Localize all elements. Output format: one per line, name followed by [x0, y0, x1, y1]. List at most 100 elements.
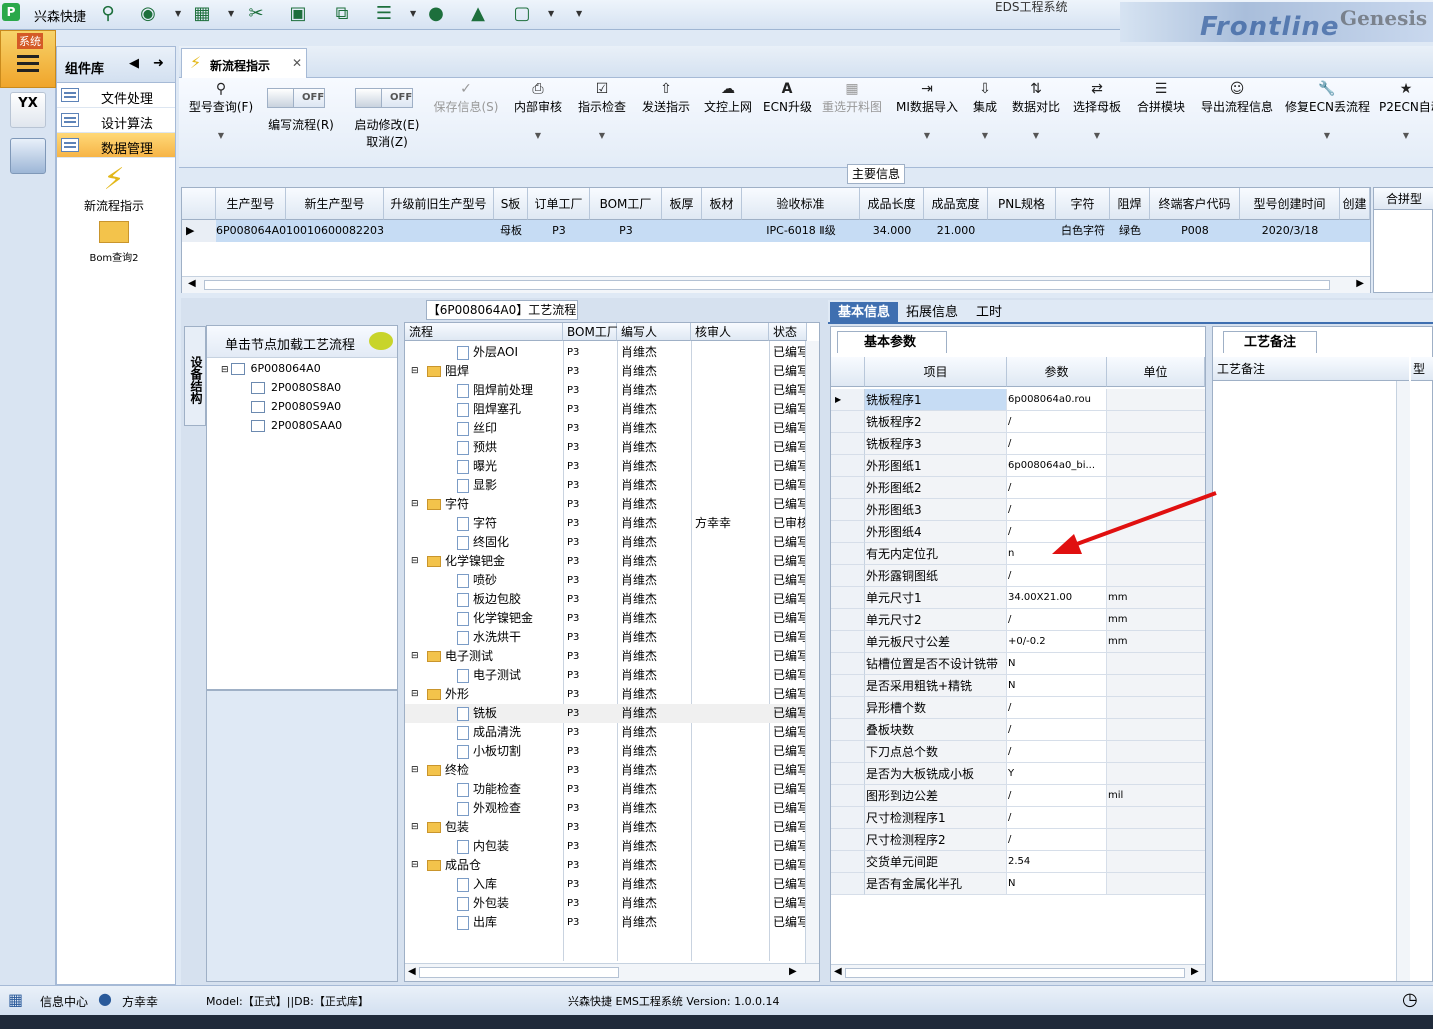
process-flow-list[interactable]: 流程 BOM工厂 编写人 核审人 状态 外层AOIP3肖维杰已编写⊟阻焊P3肖维… — [404, 322, 820, 982]
menu-item-file-processing[interactable]: 文件处理 — [57, 83, 175, 108]
param-row[interactable]: 异形槽个数 / — [831, 697, 1205, 719]
window-icon[interactable]: ▢ — [510, 3, 534, 25]
collapse-icon[interactable]: ⊟ — [411, 552, 419, 571]
column-header[interactable]: 新生产型号 — [286, 188, 384, 220]
menu-item-data-management[interactable]: 数据管理 — [57, 133, 175, 158]
grid-cell[interactable] — [384, 220, 494, 242]
grid-cell[interactable]: 2020/3/18 — [1240, 220, 1340, 242]
flow-row[interactable]: 阻焊塞孔 P3 肖维杰 已编写 — [405, 400, 805, 419]
collapse-icon[interactable]: ⊟ — [411, 818, 419, 837]
integrate-button[interactable]: ⇩ 集成 ▼ — [967, 78, 1003, 166]
param-row[interactable]: 尺寸检测程序1/ — [831, 807, 1205, 829]
more-icon[interactable]: ▼ — [576, 9, 582, 18]
column-header[interactable]: 项目 — [865, 357, 1007, 387]
data-compare-button[interactable]: ⇅ 数据对比 ▼ — [1011, 78, 1061, 166]
send-instruction-button[interactable]: ⇧ 发送指示 — [639, 78, 693, 166]
scroll-right-icon[interactable]: ▶ — [789, 966, 797, 977]
param-row[interactable]: 单元尺寸1 34.00X21.00 mm — [831, 587, 1205, 609]
dropdown-icon[interactable]: ▼ — [185, 131, 257, 140]
collapse-icon[interactable]: ⊟ — [411, 647, 419, 666]
param-row[interactable]: 交货单元间距 2.54 — [831, 851, 1205, 873]
dropdown-icon[interactable]: ▼ — [175, 9, 181, 18]
param-row[interactable]: 钻槽位置是否不设计铣带 N — [831, 653, 1205, 675]
param-row[interactable]: 叠板块数 / — [831, 719, 1205, 741]
flow-row[interactable]: 外包装 P3 肖维杰 已编写 — [405, 894, 805, 913]
param-value[interactable]: / — [1007, 829, 1107, 851]
export-icon[interactable]: ⧉ — [330, 3, 354, 25]
param-row[interactable]: 铣板程序2/ — [831, 411, 1205, 433]
param-value[interactable]: N — [1007, 653, 1107, 675]
film-icon[interactable]: ▣ — [286, 3, 310, 25]
param-value[interactable]: 34.00X21.00 — [1007, 587, 1107, 609]
column-header[interactable]: S板 — [494, 188, 528, 220]
flow-row[interactable]: 喷砂 P3 肖维杰 已编写 — [405, 571, 805, 590]
instruction-check-button[interactable]: ☑ 指示检查 ▼ — [575, 78, 629, 166]
close-icon[interactable]: ✕ — [292, 56, 302, 70]
column-header[interactable]: 成品宽度 — [924, 188, 988, 220]
flow-row[interactable]: 外层AOI P3 肖维杰 已编写 — [405, 343, 805, 362]
param-value[interactable]: 2.54 — [1007, 851, 1107, 873]
column-header[interactable]: 核审人 — [691, 323, 769, 341]
param-row[interactable]: ▶ 铣板程序1 6p008064a0.rou — [831, 389, 1205, 411]
flow-row[interactable]: 小板切割 P3 肖维杰 已编写 — [405, 742, 805, 761]
doc-control-upload-button[interactable]: ☁ 文控上网 — [701, 78, 755, 166]
reselect-cutting-chart-button[interactable]: ▦ 重选开料图 — [819, 78, 885, 166]
info-center-label[interactable]: 信息中心 — [40, 993, 88, 1010]
column-header[interactable]: 验收标准 — [742, 188, 860, 220]
param-row[interactable]: 外形图纸1 6p008064a0_bi... — [831, 455, 1205, 477]
write-flow-toggle[interactable]: OFF — [267, 88, 325, 108]
scroll-left-icon[interactable]: ◀ — [408, 966, 416, 977]
column-header[interactable]: BOM工厂 — [590, 188, 662, 220]
dropdown-icon[interactable]: ▼ — [1285, 131, 1369, 140]
main-info-grid[interactable]: 生产型号 新生产型号 升级前旧生产型号 S板 订单工厂 BOM工厂 板厚 板材 … — [181, 187, 1371, 293]
calendar-icon[interactable] — [10, 138, 46, 174]
param-row[interactable]: 图形到边公差 / mil — [831, 785, 1205, 807]
param-value[interactable]: 6p008064a0.rou — [1007, 389, 1107, 411]
system-menu-button[interactable]: 系统 — [0, 30, 56, 88]
merge-grid[interactable]: 合拼型 — [1373, 187, 1433, 293]
horizontal-scrollbar[interactable]: ◀ ▶ — [405, 963, 819, 981]
dropdown-icon[interactable]: ▼ — [575, 131, 629, 140]
column-header[interactable]: 状态 — [769, 323, 807, 341]
param-value[interactable]: N — [1007, 873, 1107, 895]
param-value[interactable]: N — [1007, 675, 1107, 697]
globe-icon[interactable]: ◉ — [136, 3, 160, 25]
column-header[interactable]: 型号创建时间 — [1240, 188, 1340, 220]
scroll-right-icon[interactable]: ▶ — [1356, 278, 1364, 289]
param-row[interactable]: 单元板尺寸公差 +0/-0.2 mm — [831, 631, 1205, 653]
param-value[interactable]: / — [1007, 741, 1107, 763]
ecn-upgrade-button[interactable]: A ECN升级 — [763, 78, 812, 166]
flow-row[interactable]: 功能检查 P3 肖维杰 已编写 — [405, 780, 805, 799]
column-header[interactable]: BOM工厂 — [563, 323, 619, 341]
flow-row[interactable]: 成品清洗 P3 肖维杰 已编写 — [405, 723, 805, 742]
flow-row[interactable]: 曝光 P3 肖维杰 已编写 — [405, 457, 805, 476]
flow-row[interactable]: 入库 P3 肖维杰 已编写 — [405, 875, 805, 894]
internal-review-button[interactable]: ⎙ 内部审核 ▼ — [511, 78, 565, 166]
param-row[interactable]: 铣板程序3/ — [831, 433, 1205, 455]
flow-row[interactable]: 内包装 P3 肖维杰 已编写 — [405, 837, 805, 856]
vertical-scrollbar[interactable] — [1396, 381, 1410, 981]
column-header[interactable]: 板材 — [702, 188, 742, 220]
grid-cell[interactable]: P3 — [590, 220, 662, 242]
grid-cell[interactable] — [702, 220, 742, 242]
dropdown-icon[interactable]: ▼ — [1071, 131, 1123, 140]
collapse-icon[interactable]: ⊟ — [411, 685, 419, 704]
scissors-icon[interactable]: ✂ — [244, 3, 268, 25]
dropdown-icon[interactable]: ▼ — [895, 131, 959, 140]
cancel-label[interactable]: 取消(Z) — [345, 133, 429, 150]
collapse-icon[interactable]: ⊟ — [411, 362, 419, 381]
flow-row[interactable]: 水洗烘干 P3 肖维杰 已编写 — [405, 628, 805, 647]
flow-row[interactable]: ⊟ 成品仓 P3 肖维杰 已编写 — [405, 856, 805, 875]
flow-row[interactable]: ⊟ 包装 P3 肖维杰 已编写 — [405, 818, 805, 837]
column-header[interactable]: 编写人 — [617, 323, 691, 341]
select-mother-board-button[interactable]: ⇄ 选择母板 ▼ — [1071, 78, 1123, 166]
tree-node-root[interactable]: ⊟ 6P008064A0 — [221, 362, 321, 375]
tree-node-child[interactable]: 2P0080S8A0 — [251, 381, 341, 394]
flow-row[interactable]: 字符 P3 肖维杰 方幸幸 已审核 — [405, 514, 805, 533]
new-flow-shortcut[interactable]: ⚡ 新流程指示 — [59, 163, 169, 214]
user-icon[interactable]: ● — [424, 3, 448, 25]
column-header[interactable]: 单位 — [1107, 357, 1205, 387]
param-value[interactable]: / — [1007, 433, 1107, 455]
flow-row[interactable]: 预烘 P3 肖维杰 已编写 — [405, 438, 805, 457]
flow-row[interactable]: ⊟ 外形 P3 肖维杰 已编写 — [405, 685, 805, 704]
